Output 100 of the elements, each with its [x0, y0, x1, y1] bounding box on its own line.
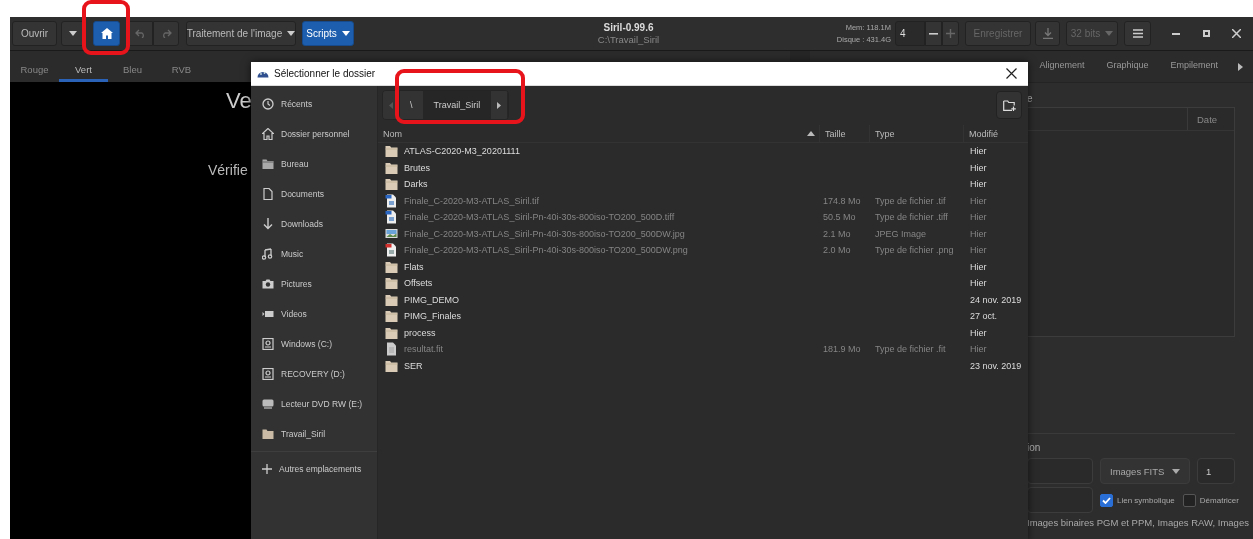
download-button[interactable]	[1035, 21, 1060, 46]
download-icon	[262, 218, 274, 230]
file-row[interactable]: PIMG_Finales 27 oct.	[378, 308, 1028, 325]
path-field[interactable]	[1027, 487, 1093, 513]
column-header[interactable]: Type	[869, 125, 963, 142]
column-header[interactable]: Modifié	[963, 125, 1028, 142]
channel-tab[interactable]: RVB	[157, 60, 206, 82]
file-name: resultat.fit	[404, 344, 443, 355]
caret-icon	[1172, 468, 1180, 474]
column-header[interactable]: Taille	[819, 125, 869, 142]
folder-icon	[385, 358, 398, 373]
file-size: 2.1 Mo	[823, 228, 851, 239]
sort-ascending-icon	[807, 131, 815, 136]
undo-icon	[134, 29, 146, 38]
image-processing-menu[interactable]: Traitement de l'image	[186, 21, 296, 46]
panel-tab[interactable]: Alignement	[1039, 51, 1085, 82]
file-type: Type de fichier .fit	[875, 344, 946, 355]
open-button[interactable]: Ouvrir	[12, 21, 57, 46]
file-row[interactable]: Flats Hier	[378, 258, 1028, 275]
channel-tab[interactable]: Bleu	[108, 60, 157, 82]
file-modified: Hier	[970, 228, 987, 239]
checkbox[interactable]	[1182, 493, 1196, 507]
file-row[interactable]: Brutes Hier	[378, 159, 1028, 176]
window-subtitle: C:\Travail_Siril	[597, 34, 660, 45]
drive-icon	[262, 368, 274, 380]
file-name: Finale_C-2020-M3-ATLAS_Siril-Pn-40i-30s-800iso-TO200_500DW.jpg	[404, 228, 685, 239]
camera-icon	[262, 278, 274, 290]
file-row[interactable]: SER 23 nov. 2019	[378, 357, 1028, 374]
sidebar-item[interactable]: Documents	[251, 179, 377, 209]
panel-tab[interactable]: Graphique	[1106, 51, 1149, 82]
spin-field[interactable]: 1	[1197, 458, 1235, 484]
thread-count-field[interactable]: 4	[895, 21, 925, 46]
sidebar-item[interactable]: Lecteur DVD RW (E:)	[251, 389, 377, 419]
file-size: 2.0 Mo	[823, 245, 851, 256]
channel-tab[interactable]: Rouge	[10, 60, 59, 82]
sidebar-item[interactable]: Travail_Siril	[251, 419, 377, 449]
panel-tab[interactable]: Empilement	[1170, 51, 1218, 82]
dropdown-button[interactable]	[61, 21, 85, 46]
file-name: Offsets	[404, 278, 433, 289]
main-menu-button[interactable]	[1124, 21, 1151, 46]
document-icon	[385, 342, 398, 357]
scroll-tabs-right-icon[interactable]	[1238, 62, 1243, 71]
sidebar-item[interactable]: Music	[251, 239, 377, 269]
music-icon	[262, 248, 274, 260]
home-button[interactable]	[93, 21, 120, 46]
checkbox[interactable]	[1100, 493, 1113, 507]
file-row[interactable]: PIMG_DEMO 24 nov. 2019	[378, 291, 1028, 308]
file-type-dropdown[interactable]: Images FITS	[1100, 458, 1190, 484]
forward-button[interactable]	[491, 91, 509, 119]
file-modified: Hier	[970, 212, 987, 223]
file-size: 174.8 Mo	[823, 195, 861, 206]
sidebar-item[interactable]: Autres emplacements	[251, 454, 377, 484]
close-icon	[1005, 68, 1017, 79]
checkmark-icon	[1102, 496, 1111, 504]
dialog-title: Sélectionner le dossier	[274, 68, 377, 79]
file-row[interactable]: Offsets Hier	[378, 275, 1028, 292]
folder-icon	[385, 144, 398, 159]
file-modified: Hier	[970, 146, 987, 157]
folder-icon	[385, 259, 398, 274]
sidebar-item[interactable]: RECOVERY (D:)	[251, 359, 377, 389]
path-button[interactable]: \	[400, 91, 424, 119]
file-size: 50.5 Mo	[823, 212, 856, 223]
column-header[interactable]: Nom	[383, 128, 819, 139]
minus-icon	[929, 32, 938, 35]
name-field[interactable]	[1027, 458, 1093, 484]
image-file-icon	[385, 243, 398, 258]
app-icon	[257, 69, 269, 78]
table-column-header[interactable]: Date	[1187, 108, 1234, 130]
decrement-button[interactable]	[925, 21, 942, 46]
file-row[interactable]: process Hier	[378, 324, 1028, 341]
file-row[interactable]: ATLAS-C2020-M3_20201111 Hier	[378, 143, 1028, 160]
image-message: Vérifie	[208, 162, 248, 178]
file-type: Type de fichier .tiff	[875, 212, 948, 223]
sidebar-item[interactable]: Videos	[251, 299, 377, 329]
sidebar-item[interactable]: Windows (C:)	[251, 329, 377, 359]
sidebar-item[interactable]: Bureau	[251, 149, 377, 179]
caret-icon	[341, 31, 350, 36]
file-name: SER	[404, 360, 423, 371]
sidebar-item[interactable]: Downloads	[251, 209, 377, 239]
window-title: Siril-0.99.6	[603, 22, 654, 33]
file-modified: Hier	[970, 162, 987, 173]
path-button[interactable]: Travail_Siril	[423, 91, 492, 119]
file-type: Type de fichier .png	[875, 245, 954, 256]
sidebar-item[interactable]: Récents	[251, 89, 377, 119]
scripts-menu[interactable]: Scripts	[302, 21, 354, 46]
channel-tab[interactable]: Vert	[59, 60, 108, 82]
file-modified: 24 nov. 2019	[970, 294, 1022, 305]
sidebar-item[interactable]: Pictures	[251, 269, 377, 299]
new-folder-button[interactable]	[996, 91, 1022, 119]
file-row[interactable]: Darks Hier	[378, 176, 1028, 193]
sidebar-item[interactable]: Dossier personnel	[251, 119, 377, 149]
section-heading: ion	[1027, 442, 1042, 453]
file-name: PIMG_DEMO	[404, 294, 459, 305]
video-camera-icon	[262, 308, 274, 320]
file-modified: Hier	[970, 344, 987, 355]
folder-icon	[385, 160, 398, 175]
folder-icon	[385, 177, 398, 192]
file-modified: Hier	[970, 179, 987, 190]
clock-icon	[262, 98, 274, 110]
file-modified: Hier	[970, 278, 987, 289]
